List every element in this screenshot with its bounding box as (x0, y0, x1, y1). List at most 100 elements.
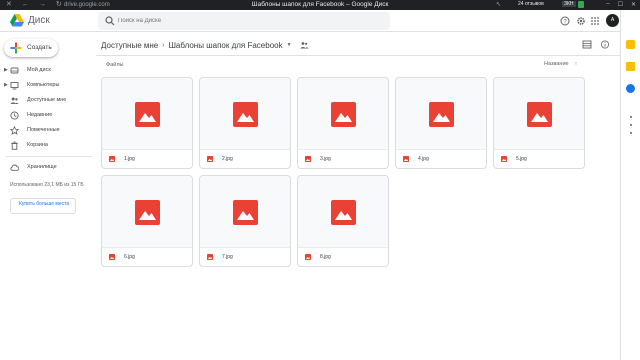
file-thumbnail[interactable] (200, 176, 290, 248)
panel-dot (630, 116, 632, 118)
buy-storage-button[interactable]: Купить больше места (10, 198, 76, 214)
expand-arrow-icon[interactable]: ▶ (4, 67, 8, 73)
file-card[interactable]: 8.jpg (297, 175, 389, 267)
sidebar-item-label: Недавние (27, 112, 53, 118)
file-name: 7.jpg (222, 254, 233, 260)
image-file-icon (403, 156, 409, 162)
create-label: Создать (27, 44, 52, 51)
search-icon[interactable] (105, 16, 115, 26)
sidebar-item-trash[interactable]: Корзина (0, 139, 95, 152)
list-view-icon[interactable] (582, 40, 592, 49)
sidebar-divider (6, 156, 92, 157)
file-thumbnail[interactable] (200, 78, 290, 150)
clock-icon (10, 111, 19, 120)
file-thumbnail[interactable] (298, 176, 388, 248)
toolbar-divider (96, 55, 620, 56)
file-name: 4.jpg (418, 156, 429, 162)
search-input[interactable] (118, 15, 378, 27)
shared-people-icon[interactable] (299, 41, 309, 49)
cloud-icon (10, 164, 19, 171)
people-icon (10, 97, 19, 104)
sort-control[interactable]: Название ↑ (544, 61, 577, 67)
sidebar: Создать ▶ Мой диск ▶ Компьютеры Доступны… (0, 32, 95, 360)
file-card[interactable]: 7.jpg (199, 175, 291, 267)
image-file-icon (109, 254, 115, 260)
image-file-icon (501, 156, 507, 162)
sidebar-item-label: Доступные мне (27, 97, 67, 103)
file-card[interactable]: 6.jpg (101, 175, 193, 267)
cursor-icon: ↖ (496, 2, 502, 8)
file-card[interactable]: 3.jpg (297, 77, 389, 169)
file-card[interactable]: 2.jpg (199, 77, 291, 169)
keep-icon[interactable] (626, 62, 635, 71)
file-card[interactable]: 1.jpg (101, 77, 193, 169)
sidebar-item-my-drive[interactable]: ▶ Мой диск (0, 64, 95, 77)
image-file-icon (207, 156, 213, 162)
sidebar-item-label: Помеченные (27, 127, 60, 133)
file-name: 8.jpg (320, 254, 331, 260)
file-name: 3.jpg (320, 156, 331, 162)
sidebar-item-label: Корзина (27, 142, 48, 148)
app-header: Диск ? A (0, 10, 620, 32)
file-card[interactable]: 5.jpg (493, 77, 585, 169)
sidebar-item-recent[interactable]: Недавние (0, 109, 95, 122)
calendar-icon[interactable] (626, 40, 635, 49)
image-placeholder-icon (331, 200, 356, 225)
file-thumbnail[interactable] (102, 176, 192, 248)
sidebar-item-shared-with-me[interactable]: Доступные мне (0, 94, 95, 107)
image-placeholder-icon (233, 200, 258, 225)
breadcrumb-folder[interactable]: Шаблоны шапок для Facebook (169, 41, 283, 50)
image-file-icon (305, 254, 311, 260)
sidebar-item-starred[interactable]: Помеченные (0, 124, 95, 137)
file-name: 2.jpg (222, 156, 233, 162)
panel-dot (630, 132, 632, 134)
drive-logo-icon[interactable] (10, 14, 24, 27)
extension-green-icon[interactable] (578, 1, 584, 8)
expand-arrow-icon[interactable]: ▶ (4, 82, 8, 88)
close-window-icon[interactable]: ✕ (631, 1, 636, 8)
sidebar-item-label: Хранилище (27, 164, 57, 170)
image-placeholder-icon (135, 102, 160, 127)
settings-gear-icon[interactable] (576, 16, 586, 26)
image-placeholder-icon (233, 102, 258, 127)
apps-grid-icon[interactable] (590, 16, 600, 26)
star-icon (10, 126, 19, 135)
extension-button[interactable]: ЗКН (562, 1, 576, 7)
file-thumbnail[interactable] (102, 78, 192, 150)
image-placeholder-icon (331, 102, 356, 127)
chevron-right-icon: › (162, 41, 165, 49)
create-button[interactable]: Создать (4, 39, 58, 57)
brand-name: Диск (28, 15, 50, 26)
panel-dot (630, 124, 632, 126)
help-icon[interactable]: ? (560, 16, 570, 26)
info-icon[interactable] (600, 40, 610, 49)
file-thumbnail[interactable] (396, 78, 486, 150)
drive-icon (10, 67, 19, 74)
sidebar-item-label: Компьютеры (27, 82, 60, 88)
sort-arrow-up-icon[interactable]: ↑ (575, 61, 578, 67)
sidebar-item-storage[interactable]: Хранилище (0, 161, 95, 174)
side-panel (620, 10, 640, 360)
search-box[interactable] (98, 12, 390, 30)
tasks-icon[interactable] (626, 84, 635, 93)
maximize-icon[interactable]: ☐ (618, 1, 623, 8)
breadcrumb: Доступные мне › Шаблоны шапок для Facebo… (101, 39, 309, 51)
sidebar-item-label: Мой диск (27, 67, 51, 73)
chevron-down-icon[interactable]: ▼ (287, 42, 292, 48)
file-name: 6.jpg (124, 254, 135, 260)
breadcrumb-root[interactable]: Доступные мне (101, 41, 158, 50)
file-name: 1.jpg (124, 156, 135, 162)
extension-badge[interactable]: 24 отзывов (518, 1, 544, 7)
sidebar-item-computers[interactable]: ▶ Компьютеры (0, 79, 95, 92)
image-placeholder-icon (527, 102, 552, 127)
file-card[interactable]: 4.jpg (395, 77, 487, 169)
image-placeholder-icon (135, 200, 160, 225)
file-thumbnail[interactable] (494, 78, 584, 150)
image-file-icon (109, 156, 115, 162)
file-name: 5.jpg (516, 156, 527, 162)
avatar[interactable]: A (606, 14, 619, 27)
sort-label[interactable]: Название (544, 61, 569, 67)
file-thumbnail[interactable] (298, 78, 388, 150)
image-file-icon (207, 254, 213, 260)
minimize-icon[interactable]: – (606, 1, 609, 8)
